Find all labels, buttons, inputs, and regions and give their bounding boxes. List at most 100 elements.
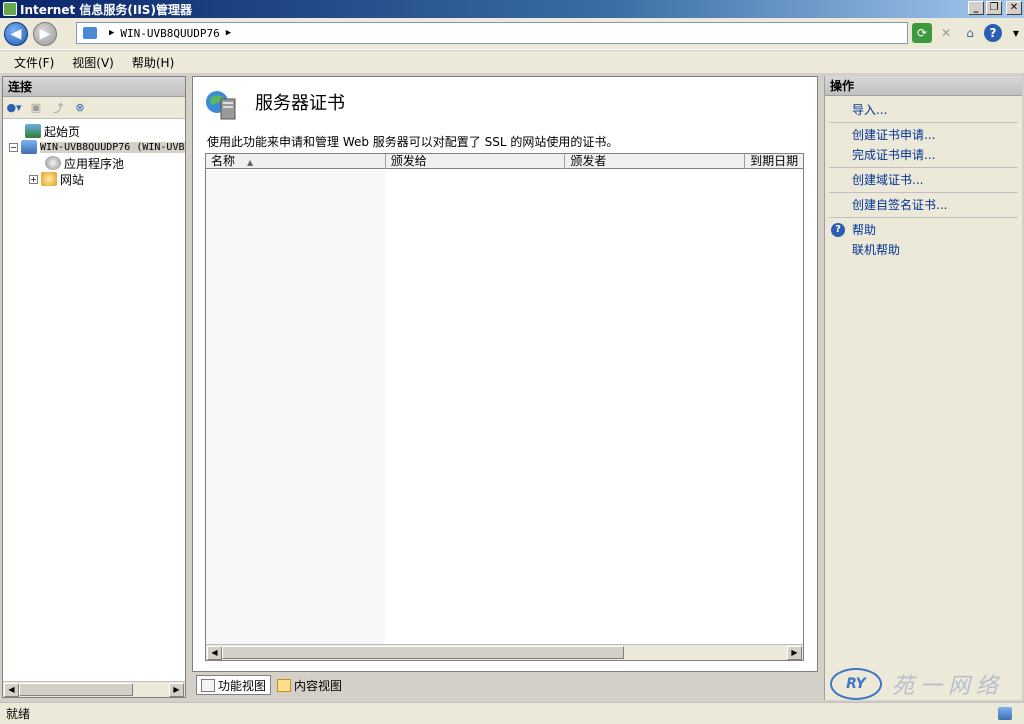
server-node-icon <box>21 140 37 154</box>
connections-scrollbar[interactable]: ◀ ▶ <box>3 681 185 697</box>
action-help[interactable]: ? 帮助 <box>825 220 1022 240</box>
view-tabs: 功能视图 内容视图 <box>196 675 346 695</box>
tree-item-sites[interactable]: + 网站 <box>3 171 185 187</box>
watermark-logo: RY <box>830 668 882 700</box>
up-level-icon[interactable]: ⤴ <box>49 100 67 116</box>
scroll-thumb[interactable] <box>222 646 624 659</box>
actions-list: 导入... 创建证书申请... 完成证书申请... 创建域证书... 创建自签名… <box>825 96 1022 260</box>
help-icon: ? <box>831 223 845 237</box>
menu-bar: 文件(F) 视图(V) 帮助(H) <box>0 51 1024 73</box>
start-page-icon <box>25 124 41 138</box>
tab-content-view[interactable]: 内容视图 <box>273 675 346 695</box>
column-header-issued-by[interactable]: 颁发者 <box>565 154 746 169</box>
help-dropdown-icon[interactable]: ▼ <box>1006 23 1024 43</box>
address-row: ◀ ▶ ▶ WIN-UVB8QUUDP76 ▶ ⟳ ✕ ⌂ ? ▼ <box>0 18 1024 50</box>
sort-ascending-icon: ▲ <box>247 158 254 167</box>
scroll-thumb[interactable] <box>19 683 133 696</box>
menu-file[interactable]: 文件(F) <box>14 54 54 71</box>
connections-panel: 连接 ●▾ ▣ ⤴ ⊗ 起始页 − WIN-UVB8QUUDP76 (WIN-U… <box>2 76 186 698</box>
actions-header: 操作 <box>825 76 1022 96</box>
content-view-icon <box>277 678 292 692</box>
table-header: 名称 ▲ 颁发给 颁发者 到期日期 <box>206 154 803 169</box>
maximize-button[interactable]: ❐ <box>986 1 1002 15</box>
table-scrollbar[interactable]: ◀ ▶ <box>206 644 803 660</box>
stop-icon[interactable]: ✕ <box>936 23 956 43</box>
back-button[interactable]: ◀ <box>4 22 28 46</box>
action-create-domain-certificate[interactable]: 创建域证书... <box>825 170 1022 190</box>
certificates-table: 名称 ▲ 颁发给 颁发者 到期日期 ◀ ▶ <box>205 153 804 661</box>
divider <box>829 192 1018 193</box>
watermark: RY 苑一网络 <box>830 666 1020 702</box>
status-text: 就绪 <box>6 707 31 721</box>
tree-item-server[interactable]: − WIN-UVB8QUUDP76 (WIN-UVB <box>3 139 185 155</box>
tab-label: 功能视图 <box>218 678 267 693</box>
name-column-shading <box>206 170 385 644</box>
scroll-right-icon[interactable]: ▶ <box>787 646 802 660</box>
iis-app-icon <box>3 2 17 16</box>
features-view-icon <box>201 678 215 692</box>
scroll-left-icon[interactable]: ◀ <box>207 646 222 660</box>
connections-tree: 起始页 − WIN-UVB8QUUDP76 (WIN-UVB 应用程序池 + 网… <box>3 119 185 187</box>
action-online-help[interactable]: 联机帮助 <box>825 240 1022 260</box>
column-label: 名称 <box>211 154 236 168</box>
disconnect-icon[interactable]: ⊗ <box>71 100 89 116</box>
minimize-button[interactable]: _ <box>968 1 984 15</box>
connect-icon[interactable]: ●▾ <box>5 100 23 116</box>
tree-label: 网站 <box>60 172 85 187</box>
divider <box>829 122 1018 123</box>
title-bar: Internet 信息服务(IIS)管理器 _ ❐ ✕ <box>0 0 1024 18</box>
tree-item-app-pools[interactable]: 应用程序池 <box>3 155 185 171</box>
action-create-self-signed-certificate[interactable]: 创建自签名证书... <box>825 195 1022 215</box>
page-title: 服务器证书 <box>255 93 345 114</box>
watermark-text: 苑一网络 <box>892 674 1005 699</box>
feature-panel: 服务器证书 使用此功能来申请和管理 Web 服务器可以对配置了 SSL 的网站使… <box>192 76 818 672</box>
save-icon[interactable]: ▣ <box>27 100 45 116</box>
action-label: 帮助 <box>852 223 877 237</box>
tree-item-start-page[interactable]: 起始页 <box>3 123 185 139</box>
tree-label: 应用程序池 <box>64 156 125 171</box>
refresh-icon[interactable]: ⟳ <box>912 23 932 43</box>
action-import[interactable]: 导入... <box>825 100 1022 120</box>
expand-icon[interactable]: + <box>29 174 38 184</box>
column-header-expiration[interactable]: 到期日期 <box>745 154 803 169</box>
connection-status-icon <box>998 707 1012 720</box>
home-icon[interactable]: ⌂ <box>960 23 980 43</box>
toolbar-icons: ⟳ ✕ ⌂ ? ▼ <box>912 23 1024 43</box>
actions-panel: 操作 导入... 创建证书申请... 完成证书申请... 创建域证书... 创建… <box>824 76 1022 700</box>
scroll-right-icon[interactable]: ▶ <box>169 683 184 697</box>
menu-view[interactable]: 视图(V) <box>72 54 114 71</box>
tree-label: WIN-UVB8QUUDP76 (WIN-UVB <box>40 141 185 153</box>
back-arrow-icon: ◀ <box>10 26 22 42</box>
close-button[interactable]: ✕ <box>1006 1 1022 15</box>
help-icon[interactable]: ? <box>984 24 1002 42</box>
sites-icon <box>41 172 57 186</box>
collapse-icon[interactable]: − <box>9 142 18 152</box>
connections-toolbar: ●▾ ▣ ⤴ ⊗ <box>3 97 185 119</box>
action-create-certificate-request[interactable]: 创建证书申请... <box>825 125 1022 145</box>
divider <box>829 167 1018 168</box>
forward-button[interactable]: ▶ <box>33 22 57 46</box>
forward-arrow-icon: ▶ <box>39 26 51 42</box>
server-icon <box>83 27 97 39</box>
action-complete-certificate-request[interactable]: 完成证书申请... <box>825 145 1022 165</box>
breadcrumb-separator-icon[interactable]: ▶ <box>226 28 231 38</box>
tab-features-view[interactable]: 功能视图 <box>196 675 272 695</box>
address-bar[interactable]: ▶ WIN-UVB8QUUDP76 ▶ <box>76 22 908 44</box>
breadcrumb-separator-icon[interactable]: ▶ <box>109 28 114 38</box>
connections-header: 连接 <box>3 77 185 97</box>
status-bar: 就绪 <box>0 702 1024 724</box>
breadcrumb-server[interactable]: WIN-UVB8QUUDP76 <box>120 27 219 40</box>
table-body[interactable] <box>206 170 803 644</box>
feature-description: 使用此功能来申请和管理 Web 服务器可以对配置了 SSL 的网站使用的证书。 <box>207 135 619 149</box>
window-title: Internet 信息服务(IIS)管理器 <box>20 2 192 17</box>
scroll-left-icon[interactable]: ◀ <box>4 683 19 697</box>
tab-label: 内容视图 <box>294 678 343 693</box>
app-pool-icon <box>45 156 61 170</box>
menu-help[interactable]: 帮助(H) <box>132 54 174 71</box>
window-controls: _ ❐ ✕ <box>968 1 1022 15</box>
column-header-issued-to[interactable]: 颁发给 <box>386 154 566 169</box>
server-certificates-icon <box>206 91 236 120</box>
divider <box>829 217 1018 218</box>
tree-label: 起始页 <box>44 124 81 139</box>
column-header-name[interactable]: 名称 ▲ <box>206 154 386 169</box>
